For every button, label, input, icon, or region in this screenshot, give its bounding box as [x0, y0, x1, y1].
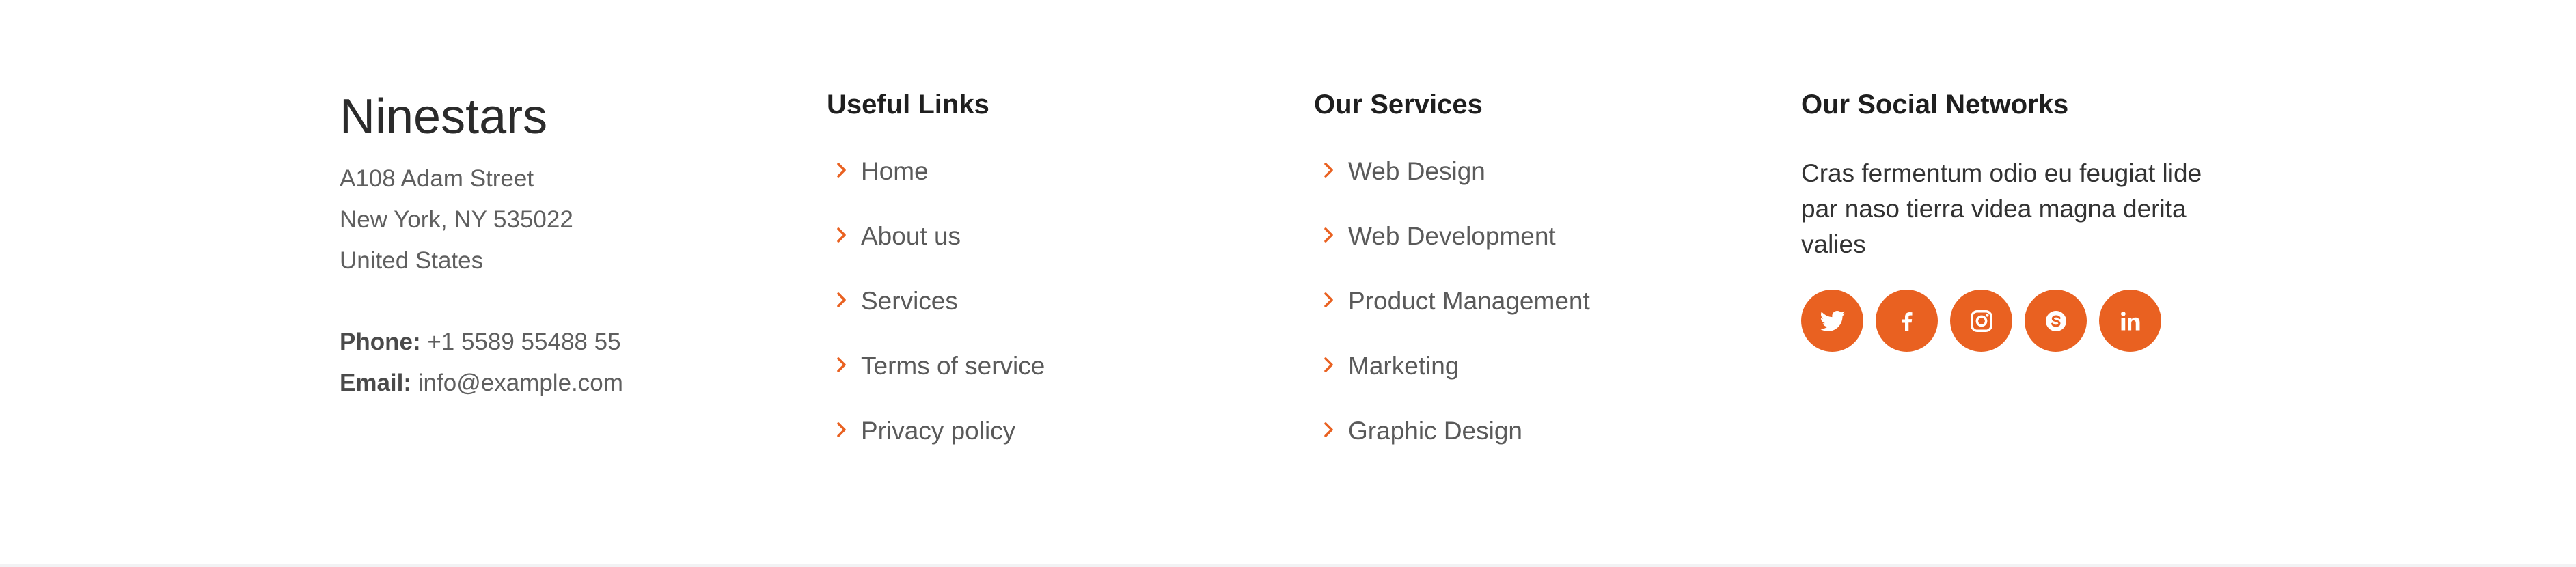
- link-services[interactable]: Services: [861, 284, 958, 318]
- link-marketing[interactable]: Marketing: [1348, 349, 1459, 383]
- twitter-button[interactable]: [1801, 290, 1863, 352]
- address-country: United States: [340, 247, 484, 274]
- chevron-right-icon: [827, 284, 861, 318]
- chevron-right-icon: [827, 414, 861, 448]
- service-item: Marketing: [1314, 349, 1590, 414]
- useful-link-item: Terms of service: [827, 349, 1045, 414]
- instagram-icon: [1969, 308, 1995, 334]
- useful-link-item: Home: [827, 154, 1045, 219]
- link-privacy-policy[interactable]: Privacy policy: [861, 414, 1015, 448]
- footer: Ninestars A108 Adam Street New York, NY …: [0, 0, 2576, 567]
- address-city: New York, NY 535022: [340, 206, 573, 233]
- service-item: Web Design: [1314, 154, 1590, 219]
- services-heading: Our Services: [1314, 89, 1483, 120]
- service-item: Web Development: [1314, 219, 1590, 284]
- chevron-right-icon: [1314, 349, 1348, 383]
- chevron-right-icon: [1314, 414, 1348, 448]
- address-street: A108 Adam Street: [340, 165, 534, 192]
- useful-links-heading: Useful Links: [827, 89, 989, 120]
- link-web-design[interactable]: Web Design: [1348, 154, 1485, 189]
- skype-icon: [2043, 308, 2069, 334]
- chevron-right-icon: [1314, 154, 1348, 189]
- chevron-right-icon: [827, 219, 861, 253]
- facebook-icon: [1895, 309, 1919, 333]
- facebook-button[interactable]: [1876, 290, 1938, 352]
- social-links: [1801, 290, 2161, 352]
- linkedin-icon: [2118, 308, 2143, 334]
- brand-name: Ninestars: [340, 89, 548, 144]
- useful-link-item: Privacy policy: [827, 414, 1045, 479]
- link-home[interactable]: Home: [861, 154, 929, 189]
- service-item: Graphic Design: [1314, 414, 1590, 479]
- twitter-icon: [1819, 307, 1846, 335]
- email-line: Email: info@example.com: [340, 368, 623, 398]
- linkedin-button[interactable]: [2099, 290, 2161, 352]
- social-description: Cras fermentum odio eu feugiat lide par …: [1801, 159, 2202, 258]
- chevron-right-icon: [1314, 284, 1348, 318]
- social-heading: Our Social Networks: [1801, 89, 2069, 120]
- chevron-right-icon: [1314, 219, 1348, 253]
- phone-line: Phone: +1 5589 55488 55: [340, 327, 621, 357]
- chevron-right-icon: [827, 154, 861, 189]
- phone-value: +1 5589 55488 55: [427, 329, 621, 355]
- link-about-us[interactable]: About us: [861, 219, 961, 253]
- phone-label: Phone:: [340, 329, 421, 355]
- link-product-management[interactable]: Product Management: [1348, 284, 1590, 318]
- skype-button[interactable]: [2025, 290, 2087, 352]
- useful-link-item: Services: [827, 284, 1045, 349]
- footer-divider: [0, 564, 2576, 567]
- link-graphic-design[interactable]: Graphic Design: [1348, 414, 1522, 448]
- useful-link-item: About us: [827, 219, 1045, 284]
- email-label: Email:: [340, 370, 412, 396]
- link-terms-of-service[interactable]: Terms of service: [861, 349, 1045, 383]
- chevron-right-icon: [827, 349, 861, 383]
- service-item: Product Management: [1314, 284, 1590, 349]
- link-web-development[interactable]: Web Development: [1348, 219, 1556, 253]
- email-value: info@example.com: [417, 370, 623, 396]
- instagram-button[interactable]: [1950, 290, 2012, 352]
- useful-links-list: Home About us Services Terms of service …: [827, 154, 1045, 479]
- services-list: Web Design Web Development Product Manag…: [1314, 154, 1590, 479]
